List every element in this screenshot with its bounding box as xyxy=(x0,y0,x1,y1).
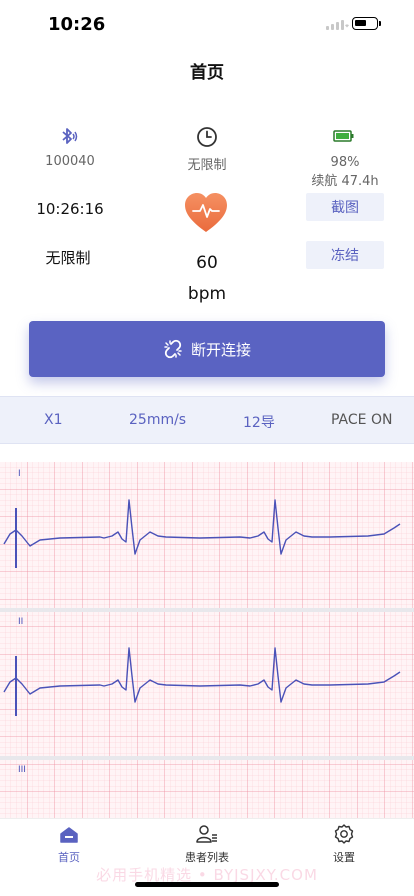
status-time: 10:26 xyxy=(48,14,106,35)
disconnect-label: 断开连接 xyxy=(190,340,251,359)
tab-patient-list-label: 患者列表 xyxy=(185,851,229,864)
leads-setting[interactable]: 12导 xyxy=(243,412,275,432)
bluetooth-icon xyxy=(57,126,79,148)
ecg-lead-label: I xyxy=(18,469,21,479)
screenshot-button[interactable]: 截图 xyxy=(306,193,384,221)
ecg-lead-label: III xyxy=(18,765,26,775)
ecg-grid: IIIIII xyxy=(0,462,414,818)
gain-setting[interactable]: X1 xyxy=(44,412,63,428)
settings-gear-icon xyxy=(334,824,354,844)
device-battery-icon xyxy=(333,128,355,144)
current-time: 10:26:16 xyxy=(36,200,104,218)
disconnect-button[interactable]: 断开连接 xyxy=(29,321,385,377)
home-indicator xyxy=(135,882,279,887)
tab-patient-list[interactable]: 患者列表 xyxy=(167,823,247,865)
heart-rate-unit: bpm xyxy=(187,284,227,304)
tab-home-label: 首页 xyxy=(58,851,80,864)
home-icon xyxy=(60,827,78,843)
ecg-strip-divider xyxy=(0,608,414,612)
patient-list-icon xyxy=(196,825,217,843)
duration-label: 无限制 xyxy=(187,158,227,173)
device-id: 100040 xyxy=(45,154,95,169)
battery-runtime: 续航 47.4h xyxy=(311,174,379,189)
battery-percent: 98% xyxy=(330,155,360,170)
tab-settings-label: 设置 xyxy=(333,851,355,864)
tab-settings[interactable]: 设置 xyxy=(304,823,384,865)
battery-icon xyxy=(352,17,381,30)
heart-rate-value: 60 xyxy=(196,253,218,273)
heart-rate-icon xyxy=(185,193,227,232)
ecg-chart: I II III xyxy=(0,462,414,818)
tab-home[interactable]: 首页 xyxy=(29,823,109,865)
status-bar: 10:26 xyxy=(0,0,414,48)
ecg-settings-bar: X1 25mm/s 12导 PACE ON xyxy=(0,396,414,444)
ecg-lead-label: II xyxy=(18,617,23,627)
speed-setting[interactable]: 25mm/s xyxy=(129,412,186,428)
ecg-strip-divider xyxy=(0,756,414,760)
clock-icon xyxy=(195,125,219,149)
unlink-icon xyxy=(164,339,182,359)
pace-setting[interactable]: PACE ON xyxy=(331,412,392,428)
page-title: 首页 xyxy=(190,63,224,83)
